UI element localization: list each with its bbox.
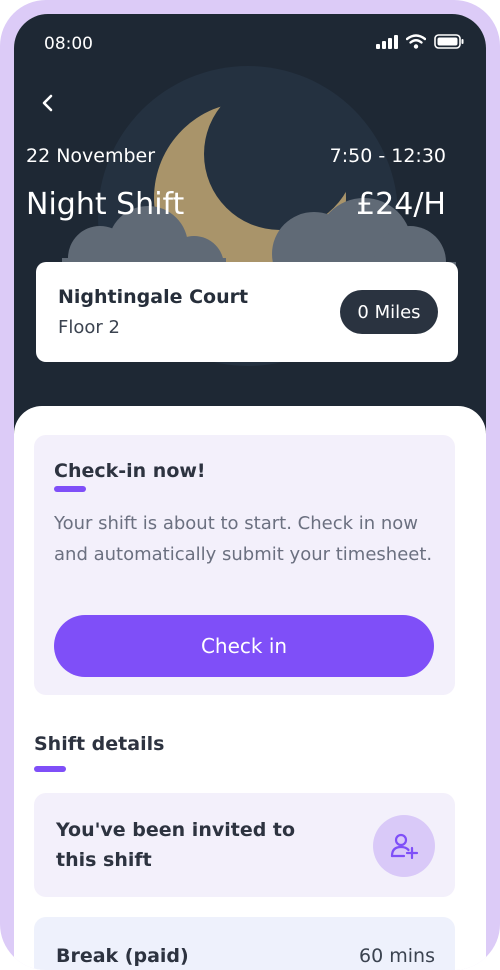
status-bar: 08:00 (14, 14, 486, 74)
location-name: Nightingale Court (58, 286, 249, 308)
section-underline (34, 766, 66, 772)
battery-icon (434, 34, 464, 49)
checkin-button[interactable]: Check in (54, 615, 434, 677)
invite-card: You've been invited to this shift (34, 793, 455, 897)
status-icons (376, 34, 464, 49)
break-label: Break (paid) (56, 945, 189, 967)
shift-details-title: Shift details (34, 733, 165, 755)
shift-title: Night Shift (26, 187, 185, 222)
invite-text: You've been invited to this shift (56, 819, 296, 871)
distance-badge: 0 Miles (340, 290, 438, 334)
location-floor: Floor 2 (58, 317, 120, 338)
shift-hours: 7:50 - 12:30 (329, 145, 446, 167)
signal-icon (376, 34, 398, 49)
shift-date: 22 November (26, 145, 156, 167)
add-user-icon (390, 833, 419, 860)
checkin-card: Check-in now! Your shift is about to sta… (34, 435, 455, 695)
back-arrow-icon (42, 94, 53, 112)
wifi-icon (406, 34, 426, 49)
device-frame: 08:00 22 November 7:50 - 12:30 Night Shi… (0, 0, 500, 970)
checkin-title: Check-in now! (54, 460, 206, 482)
moon-illustration (62, 102, 456, 298)
break-card: Break (paid) 60 mins (34, 917, 455, 970)
shift-rate: £24/H (356, 187, 446, 222)
content-sheet: Check-in now! Your shift is about to sta… (14, 406, 486, 970)
back-button[interactable] (32, 88, 62, 118)
checkin-description: Your shift is about to start. Check in n… (54, 513, 433, 565)
app-screen: 08:00 22 November 7:50 - 12:30 Night Shi… (14, 14, 486, 970)
accept-invite-button[interactable] (373, 815, 435, 877)
status-time: 08:00 (44, 34, 93, 54)
break-value: 60 mins (359, 945, 435, 967)
title-underline (54, 486, 86, 492)
shift-header: 08:00 22 November 7:50 - 12:30 Night Shi… (14, 14, 486, 444)
location-card[interactable]: Nightingale Court Floor 2 0 Miles (36, 262, 458, 362)
